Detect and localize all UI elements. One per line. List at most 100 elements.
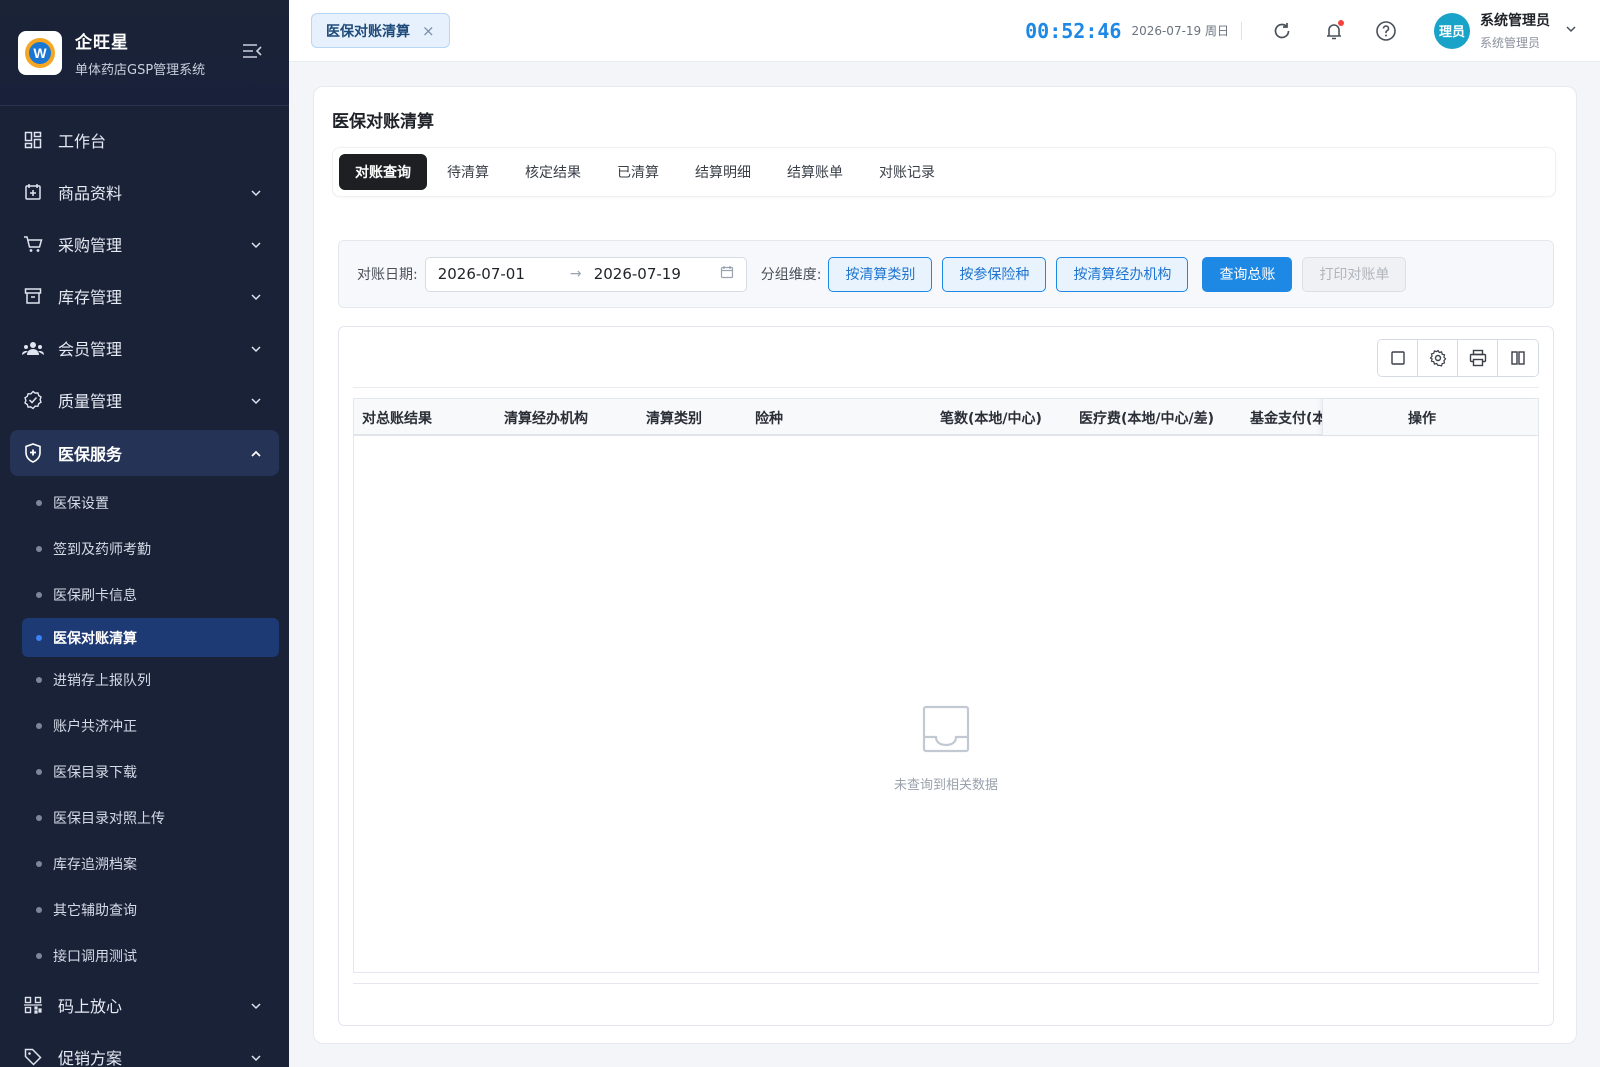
fixed-column-header: 操作 bbox=[1322, 399, 1538, 435]
submenu-item-attendance[interactable]: 签到及药师考勤 bbox=[0, 526, 289, 572]
tab-verified-results[interactable]: 核定结果 bbox=[509, 154, 597, 190]
submenu-item-account-reversal[interactable]: 账户共济冲正 bbox=[0, 703, 289, 749]
submenu-item-label: 医保对账清算 bbox=[53, 630, 137, 647]
column-header: 清算经办机构 bbox=[504, 411, 588, 427]
empty-inbox-icon bbox=[921, 705, 971, 758]
dashboard-icon bbox=[22, 129, 44, 151]
submenu-item-catalog-upload[interactable]: 医保目录对照上传 bbox=[0, 795, 289, 841]
sidebar-item-promotion[interactable]: 促销方案 bbox=[0, 1031, 289, 1067]
user-role: 系统管理员 bbox=[1480, 36, 1541, 50]
sidebar-item-label: 库存管理 bbox=[58, 288, 123, 307]
submenu-item-trace-archive[interactable]: 库存追溯档案 bbox=[0, 841, 289, 887]
bullet-icon bbox=[36, 634, 42, 641]
sidebar-item-label: 商品资料 bbox=[58, 184, 123, 203]
sidebar-item-purchase[interactable]: 采购管理 bbox=[0, 218, 289, 270]
bullet-icon bbox=[36, 677, 42, 683]
empty-message: 未查询到相关数据 bbox=[893, 778, 998, 793]
submenu-item-insurance-settings[interactable]: 医保设置 bbox=[0, 480, 289, 526]
submenu-item-api-test[interactable]: 接口调用测试 bbox=[0, 933, 289, 979]
brand-subtitle: 单体药店GSP管理系统 bbox=[75, 62, 206, 78]
column-header: 险种 bbox=[755, 411, 783, 427]
tab-pending-clearing[interactable]: 待清算 bbox=[431, 154, 505, 190]
chevron-down-icon bbox=[249, 185, 263, 199]
sidebar-item-label: 促销方案 bbox=[58, 1049, 123, 1067]
calendar-icon[interactable] bbox=[720, 265, 734, 283]
bullet-icon bbox=[36, 500, 42, 506]
sidebar-item-label: 采购管理 bbox=[58, 236, 123, 255]
table-toolbar bbox=[1377, 339, 1539, 377]
empty-state: 未查询到相关数据 bbox=[354, 704, 1538, 793]
submenu-item-card-info[interactable]: 医保刷卡信息 bbox=[0, 572, 289, 618]
submenu-item-label: 医保目录下载 bbox=[53, 765, 137, 781]
inventory-icon bbox=[22, 285, 44, 307]
chevron-down-icon bbox=[1564, 21, 1578, 40]
shield-icon bbox=[22, 442, 44, 464]
cart-icon bbox=[22, 233, 44, 255]
sidebar-item-label: 码上放心 bbox=[58, 997, 123, 1016]
sidebar-item-members[interactable]: 会员管理 bbox=[0, 322, 289, 374]
submenu-item-aux-query[interactable]: 其它辅助查询 bbox=[0, 887, 289, 933]
query-ledger-button[interactable]: 查询总账 bbox=[1202, 256, 1293, 292]
tab-settlement-bill[interactable]: 结算账单 bbox=[771, 154, 859, 190]
open-page-tab[interactable]: 医保对账清算 × bbox=[311, 13, 450, 48]
column-header: 清算类别 bbox=[646, 411, 702, 427]
qrcode-icon bbox=[22, 994, 44, 1016]
brand-title: 企旺星 bbox=[75, 32, 129, 53]
submenu-item-label: 进销存上报队列 bbox=[53, 673, 151, 689]
close-icon[interactable]: × bbox=[422, 22, 435, 40]
bullet-icon bbox=[36, 815, 42, 821]
print-statement-button: 打印对账单 bbox=[1302, 256, 1407, 292]
submenu-item-label: 账户共济冲正 bbox=[53, 719, 137, 735]
sidebar-item-label: 工作台 bbox=[58, 132, 107, 151]
tab-reconciliation-query[interactable]: 对账查询 bbox=[339, 154, 427, 190]
submenu-item-report-queue[interactable]: 进销存上报队列 bbox=[0, 657, 289, 703]
tab-settlement-details[interactable]: 结算明细 bbox=[679, 154, 767, 190]
date-range-picker[interactable]: 2026-07-01 → 2026-07-19 bbox=[424, 256, 747, 292]
open-page-tab-label: 医保对账清算 bbox=[326, 23, 410, 40]
print-icon[interactable] bbox=[1458, 340, 1498, 376]
group-by-agency-button[interactable]: 按清算经办机构 bbox=[1056, 256, 1189, 292]
chevron-down-icon bbox=[249, 393, 263, 407]
tab-reconciliation-records[interactable]: 对账记录 bbox=[863, 154, 951, 190]
sidebar-item-dashboard[interactable]: 工作台 bbox=[0, 114, 289, 166]
sidebar-item-quality[interactable]: 质量管理 bbox=[0, 374, 289, 426]
range-arrow-icon: → bbox=[569, 266, 582, 282]
sidebar-item-qrcode[interactable]: 码上放心 bbox=[0, 979, 289, 1031]
brand-logo: W bbox=[18, 30, 62, 75]
sidebar-item-medical-insurance[interactable]: 医保服务 bbox=[10, 430, 279, 476]
chevron-down-icon bbox=[249, 237, 263, 251]
refresh-icon[interactable] bbox=[1271, 20, 1293, 42]
product-icon bbox=[22, 181, 44, 203]
submenu-item-label: 库存追溯档案 bbox=[53, 857, 137, 873]
group-by-category-button[interactable]: 按清算类别 bbox=[828, 256, 933, 292]
end-date-input[interactable]: 2026-07-19 bbox=[594, 265, 720, 283]
bullet-icon bbox=[36, 592, 42, 598]
submenu-item-reconciliation[interactable]: 医保对账清算 bbox=[22, 618, 279, 657]
group-by-insurance-type-button[interactable]: 按参保险种 bbox=[942, 256, 1047, 292]
sidebar-item-inventory[interactable]: 库存管理 bbox=[0, 270, 289, 322]
submenu-item-label: 医保设置 bbox=[53, 496, 109, 512]
column-header: 医疗费(本地/中心/差) bbox=[1079, 411, 1215, 427]
submenu-item-catalog-download[interactable]: 医保目录下载 bbox=[0, 749, 289, 795]
fullscreen-icon[interactable] bbox=[1378, 340, 1418, 376]
quality-icon bbox=[22, 389, 44, 411]
filter-bar: 对账日期: 2026-07-01 → 2026-07-19 分组维度: 按清算类… bbox=[338, 240, 1554, 308]
toolbar-divider bbox=[353, 387, 1539, 388]
notification-bell-icon[interactable] bbox=[1323, 19, 1345, 42]
submenu-item-label: 医保目录对照上传 bbox=[53, 811, 165, 827]
chevron-down-icon bbox=[249, 341, 263, 355]
chevron-down-icon bbox=[249, 1050, 263, 1064]
help-icon[interactable] bbox=[1375, 20, 1397, 42]
submenu-item-label: 医保刷卡信息 bbox=[53, 588, 137, 604]
columns-icon[interactable] bbox=[1498, 340, 1538, 376]
menu-collapse-icon[interactable] bbox=[241, 42, 263, 60]
members-icon bbox=[22, 337, 44, 359]
user-menu[interactable]: 理员 系统管理员 系统管理员 bbox=[1434, 10, 1578, 51]
sidebar-item-products[interactable]: 商品资料 bbox=[0, 166, 289, 218]
medical-insurance-submenu: 医保设置 签到及药师考勤 医保刷卡信息 医保对账清算 进销存上报队列 账户共济冲… bbox=[0, 480, 289, 979]
chevron-down-icon bbox=[249, 289, 263, 303]
settings-gear-icon[interactable] bbox=[1418, 340, 1458, 376]
start-date-input[interactable]: 2026-07-01 bbox=[438, 265, 558, 283]
tab-cleared[interactable]: 已清算 bbox=[601, 154, 675, 190]
bullet-icon bbox=[36, 861, 42, 867]
